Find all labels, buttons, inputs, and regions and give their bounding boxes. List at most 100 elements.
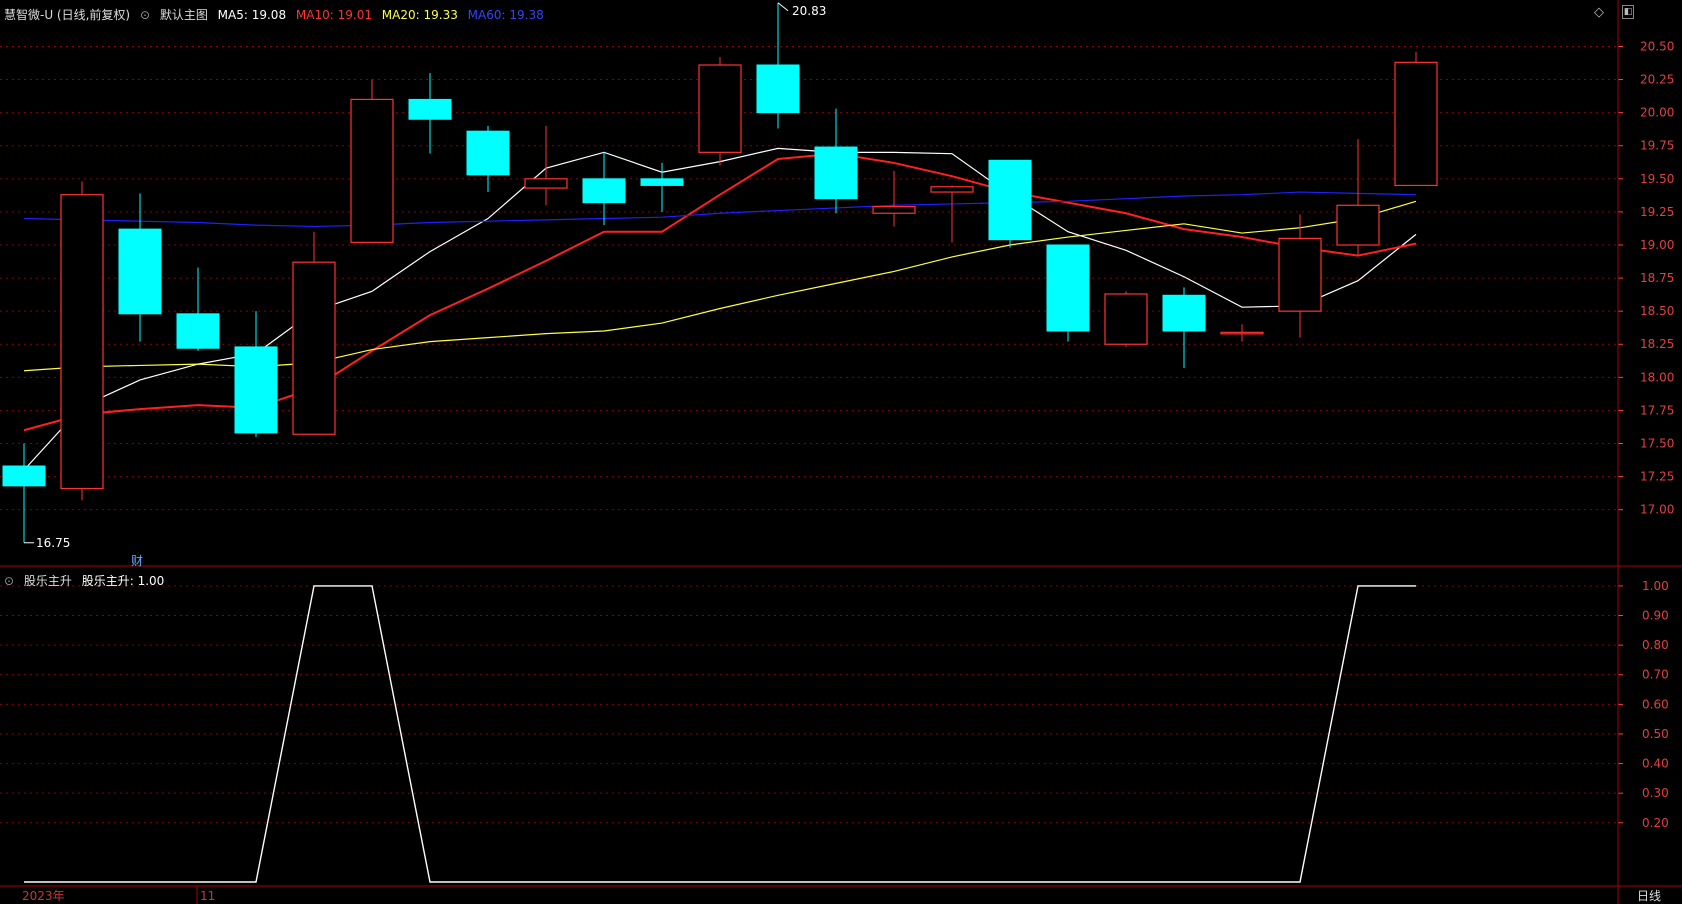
candle [176, 267, 220, 351]
candle-body [350, 98, 394, 243]
candle [1104, 291, 1148, 347]
candle-body [292, 261, 336, 435]
y-tick-label: 19.25 [1640, 205, 1674, 219]
candle [1394, 51, 1438, 187]
candle-body [814, 146, 858, 200]
y-tick-label: 18.00 [1640, 370, 1674, 384]
settings-icon[interactable]: ⊙ [140, 8, 150, 22]
main-y-axis: 17.00 17.25 17.50 17.75 18.00 18.25 18.50 18.75… [1618, 39, 1674, 517]
candle-body [2, 465, 46, 487]
ma60-line [23, 191, 1417, 228]
candle-body [466, 130, 510, 176]
y-tick-label: 0.40 [1642, 757, 1669, 771]
template-label[interactable]: 默认主图 [160, 8, 208, 22]
indicator-grid [0, 585, 1618, 824]
candle-body [1104, 293, 1148, 345]
indicator-value: 股乐主升: 1.00 [81, 574, 165, 588]
y-tick-label: 0.50 [1642, 727, 1669, 741]
candle [988, 159, 1032, 248]
candle [60, 181, 104, 501]
candle [814, 108, 858, 214]
candle [350, 79, 394, 243]
candle [292, 231, 336, 435]
candle-body [1046, 244, 1090, 332]
candle-body [524, 178, 568, 189]
ma10-value: MA10: 19.01 [295, 8, 372, 22]
financial-report-marker[interactable]: 财 [131, 554, 143, 568]
candle [640, 162, 684, 212]
y-tick-label: 18.50 [1640, 304, 1674, 318]
candle-body [176, 313, 220, 349]
candle [234, 311, 278, 437]
diamond-icon[interactable]: ◇ [1594, 5, 1604, 20]
y-tick-label: 17.00 [1640, 503, 1674, 517]
y-tick-label: 20.25 [1640, 73, 1674, 87]
chart-canvas[interactable]: 17.00 17.25 17.50 17.75 18.00 18.25 18.50 18.75… [0, 0, 1682, 904]
moving-average-lines [23, 147, 1417, 471]
candle-body [118, 228, 162, 315]
candle [582, 152, 626, 226]
candle [1162, 287, 1206, 369]
candle [466, 125, 510, 193]
candle [1046, 244, 1090, 342]
candle [930, 185, 974, 243]
candle-body [582, 178, 626, 204]
candle [408, 72, 452, 154]
indicator-legend: ⊙ 股乐主升 股乐主升: 1.00 [4, 572, 170, 589]
expand-icon[interactable]: ◧ [1622, 5, 1634, 19]
y-tick-label: 19.50 [1640, 172, 1674, 186]
y-tick-label: 17.50 [1640, 437, 1674, 451]
candle-body [640, 178, 684, 186]
high-pointer [777, 2, 789, 12]
y-tick-label: 19.00 [1640, 238, 1674, 252]
candle [872, 170, 916, 227]
candle-body [872, 206, 916, 214]
candle [1336, 139, 1380, 256]
candle-body [988, 159, 1032, 241]
y-tick-label: 18.75 [1640, 271, 1674, 285]
period-label[interactable]: 日线 [1637, 889, 1661, 903]
candle [524, 125, 568, 206]
y-tick-label: 0.80 [1642, 638, 1669, 652]
indicator-name[interactable]: 股乐主升 [24, 574, 72, 588]
candle-body [234, 346, 278, 434]
candle [756, 2, 800, 129]
main-legend: 慧智微-U (日线,前复权) ⊙ 默认主图 MA5: 19.08 MA10: 1… [4, 6, 550, 23]
candle-body [60, 194, 104, 490]
candle [698, 57, 742, 166]
y-tick-label: 0.20 [1642, 816, 1669, 830]
candle-body [1336, 204, 1380, 246]
candle-body [930, 186, 974, 193]
ma5-line [23, 147, 1417, 471]
y-tick-label: 0.90 [1642, 609, 1669, 623]
y-tick-label: 17.25 [1640, 470, 1674, 484]
y-tick-label: 18.25 [1640, 337, 1674, 351]
y-tick-label: 0.70 [1642, 668, 1669, 682]
candle-body [698, 64, 742, 153]
candle-body [408, 98, 452, 120]
indicator-y-axis: 0.20 0.30 0.40 0.50 0.60 0.70 0.80 0.90 1.00 [1618, 579, 1669, 830]
candle-body [1278, 237, 1322, 312]
candle [1278, 214, 1322, 338]
stock-title[interactable]: 慧智微-U (日线,前复权) [4, 8, 130, 22]
ma20-line [23, 200, 1417, 372]
candle-body [1220, 331, 1264, 335]
month-label: 11 [200, 889, 215, 903]
high-price-marker: 20.83 [792, 4, 826, 18]
candle [1220, 324, 1264, 342]
ma20-value: MA20: 19.33 [381, 8, 458, 22]
y-tick-label: 17.75 [1640, 403, 1674, 417]
low-price-marker: 16.75 [36, 536, 70, 550]
y-tick-label: 19.75 [1640, 139, 1674, 153]
ma5-value: MA5: 19.08 [217, 8, 287, 22]
ma60-value: MA60: 19.38 [467, 8, 544, 22]
candle [118, 193, 162, 342]
year-label: 2023年 [22, 889, 65, 903]
candlestick-series [2, 2, 1438, 544]
indicator-settings-icon[interactable]: ⊙ [4, 574, 14, 588]
y-tick-label: 20.00 [1640, 106, 1674, 120]
candle-body [1394, 61, 1438, 187]
y-tick-label: 20.50 [1640, 39, 1674, 53]
y-tick-label: 0.60 [1642, 697, 1669, 711]
main-grid [0, 45, 1618, 511]
